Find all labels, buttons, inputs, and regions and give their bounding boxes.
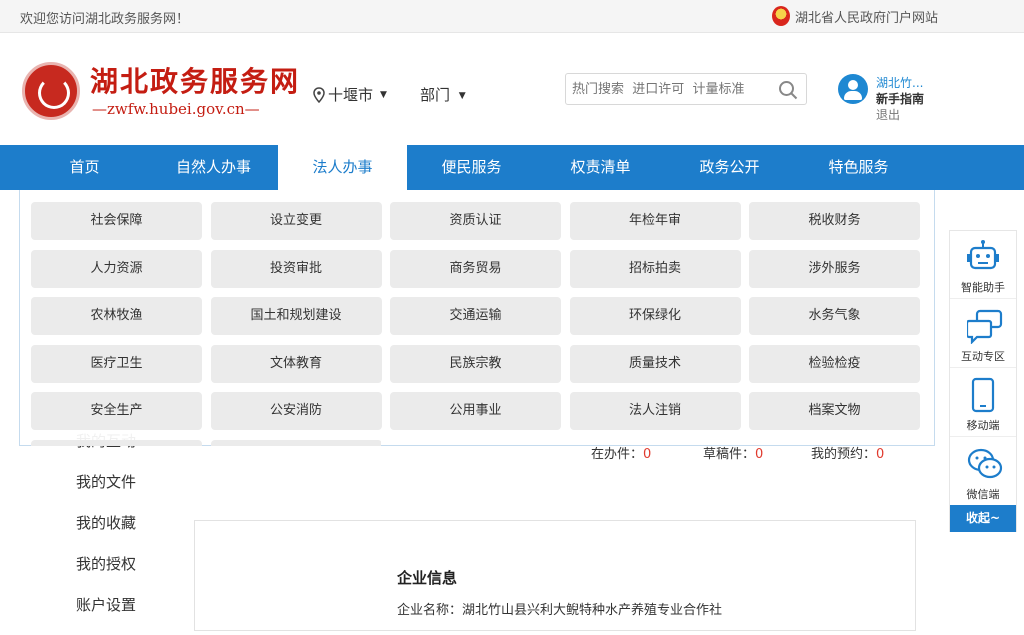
nav-convenience-services[interactable]: 便民服务 [407, 145, 536, 190]
stat-in-progress-count: 0 [643, 447, 652, 462]
dept-label: 部门 [420, 86, 451, 104]
top-bar: 欢迎您访问湖北政务服务网！ 湖北省人民政府门户网站 [0, 0, 1024, 33]
category-item[interactable]: 交通运输 [390, 297, 561, 335]
stat-appointments-count: 0 [876, 447, 885, 462]
mobile-phone-icon [971, 377, 995, 413]
mobile-app-button[interactable]: 移动端 [950, 369, 1016, 437]
category-item[interactable]: 人力资源 [31, 249, 202, 288]
category-cell-partial [210, 440, 381, 446]
user-name[interactable]: 湖北竹... [876, 74, 923, 91]
mobile-app-label: 移动端 [966, 419, 1000, 432]
category-item[interactable]: 安全生产 [31, 392, 202, 430]
category-item[interactable]: 农林牧渔 [31, 297, 202, 335]
dept-selector[interactable]: 部门 ▼ [420, 84, 466, 105]
search-box [565, 73, 807, 105]
main-nav: 首页 自然人办事 法人办事 便民服务 权责清单 政务公开 特色服务 [0, 145, 1024, 190]
category-item[interactable]: 社会保障 [31, 202, 202, 240]
stat-drafts-count: 0 [755, 447, 764, 462]
category-item[interactable]: 招标拍卖 [569, 249, 741, 288]
chevron-down-icon: ▼ [380, 89, 387, 100]
category-item[interactable]: 公用事业 [390, 392, 561, 430]
interaction-zone-button[interactable]: 互动专区 [950, 300, 1016, 368]
new-user-guide-link[interactable]: 新手指南 [876, 90, 924, 107]
category-item[interactable]: 税收财务 [749, 202, 920, 240]
nav-corporate-services[interactable]: 法人办事 [278, 145, 407, 190]
category-item[interactable]: 公安消防 [210, 392, 382, 430]
category-item[interactable]: 医疗卫生 [31, 344, 202, 383]
search-icon[interactable] [778, 80, 798, 100]
nav-individual-services[interactable]: 自然人办事 [149, 145, 278, 190]
site-logo-url: —zwfw.hubei.gov.cn— [92, 100, 260, 118]
side-menu-item-authorizations[interactable]: 我的授权 [76, 553, 136, 594]
robot-icon [967, 240, 999, 270]
logout-link[interactable]: 退出 [876, 106, 900, 123]
welcome-text: 欢迎您访问湖北政务服务网！ [20, 12, 190, 27]
company-info-title: 企业信息 [397, 569, 458, 587]
category-grid: 社会保障 设立变更 资质认证 年检年审 税收财务人力资源 投资审批 商务贸易 招标拍卖 涉外服务… [31, 202, 920, 430]
corporate-services-dropdown: 社会保障 设立变更 资质认证 年检年审 税收财务人力资源 投资审批 商务贸易 招标拍卖 涉外服务… [19, 190, 935, 446]
stat-appointments-label: 我的预约： [811, 447, 877, 462]
search-input[interactable] [566, 74, 771, 104]
side-menu-item-files[interactable]: 我的文件 [76, 471, 136, 512]
category-item[interactable]: 质量技术 [569, 344, 741, 383]
site-logo-icon[interactable] [22, 62, 80, 120]
category-grid-overflow [31, 440, 381, 446]
gov-portal-label: 湖北省人民政府门户网站 [795, 10, 939, 26]
gov-portal-link[interactable]: 湖北省人民政府门户网站 [772, 6, 938, 26]
national-emblem-icon [772, 6, 790, 26]
chevron-down-icon: ▼ [458, 90, 466, 101]
collapse-label: 收起 [965, 511, 990, 525]
wechat-icon [967, 448, 1003, 479]
category-item[interactable]: 商务贸易 [390, 249, 561, 288]
nav-featured-services[interactable]: 特色服务 [794, 145, 923, 190]
company-info-panel: 企业信息 企业名称：湖北竹山县兴利大鲵特种水产养殖专业合作社 [194, 520, 916, 631]
floating-toolbar: 智能助手 互动专区 移动端 微信端 收起~ [949, 230, 1017, 532]
nav-government-affairs[interactable]: 政务公开 [665, 145, 794, 190]
user-side-menu: 我的互动 我的文件 我的收藏 我的授权 账户设置 [76, 430, 136, 635]
category-cell-partial [31, 440, 202, 446]
site-header: 湖北政务服务网 —zwfw.hubei.gov.cn— 十堰市 ▼ 部门 ▼ 湖… [0, 34, 1024, 145]
city-label: 十堰市 [328, 86, 374, 104]
category-item[interactable]: 档案文物 [749, 392, 920, 430]
category-item[interactable]: 法人注销 [569, 392, 741, 430]
category-item[interactable]: 投资审批 [210, 249, 382, 288]
smart-assistant-label: 智能助手 [961, 281, 1005, 294]
company-name: 企业名称：湖北竹山县兴利大鲵特种水产养殖专业合作社 [397, 603, 723, 618]
category-item[interactable]: 设立变更 [210, 202, 382, 240]
nav-home[interactable]: 首页 [20, 145, 149, 190]
smart-assistant-button[interactable]: 智能助手 [950, 231, 1016, 299]
category-item[interactable]: 检验检疫 [749, 344, 920, 383]
category-item[interactable]: 年检年审 [569, 202, 741, 240]
stat-drafts-label: 草稿件： [703, 447, 756, 462]
category-item[interactable]: 文体教育 [210, 344, 382, 383]
city-selector[interactable]: 十堰市 ▼ [313, 84, 387, 105]
location-pin-icon [313, 86, 325, 103]
category-item[interactable]: 资质认证 [390, 202, 561, 240]
wechat-label: 微信端 [966, 488, 1000, 501]
category-item[interactable]: 民族宗教 [390, 344, 561, 383]
category-item[interactable]: 环保绿化 [569, 297, 741, 335]
category-item[interactable]: 涉外服务 [749, 249, 920, 288]
category-item[interactable]: 水务气象 [749, 297, 920, 335]
side-menu-item-account-settings[interactable]: 账户设置 [76, 594, 136, 635]
collapse-chevron-icon: ~ [989, 511, 1001, 525]
user-avatar-icon[interactable] [838, 74, 868, 104]
wechat-button[interactable]: 微信端 [950, 438, 1016, 506]
site-logo-title[interactable]: 湖北政务服务网 [90, 60, 300, 100]
stat-in-progress-label: 在办件： [591, 447, 644, 462]
side-menu-item-favorites[interactable]: 我的收藏 [76, 512, 136, 553]
collapse-button[interactable]: 收起~ [950, 505, 1016, 532]
nav-power-list[interactable]: 权责清单 [536, 145, 665, 190]
chat-bubbles-icon [967, 309, 1003, 344]
interaction-zone-label: 互动专区 [961, 350, 1005, 363]
category-item[interactable]: 国土和规划建设 [210, 297, 382, 335]
